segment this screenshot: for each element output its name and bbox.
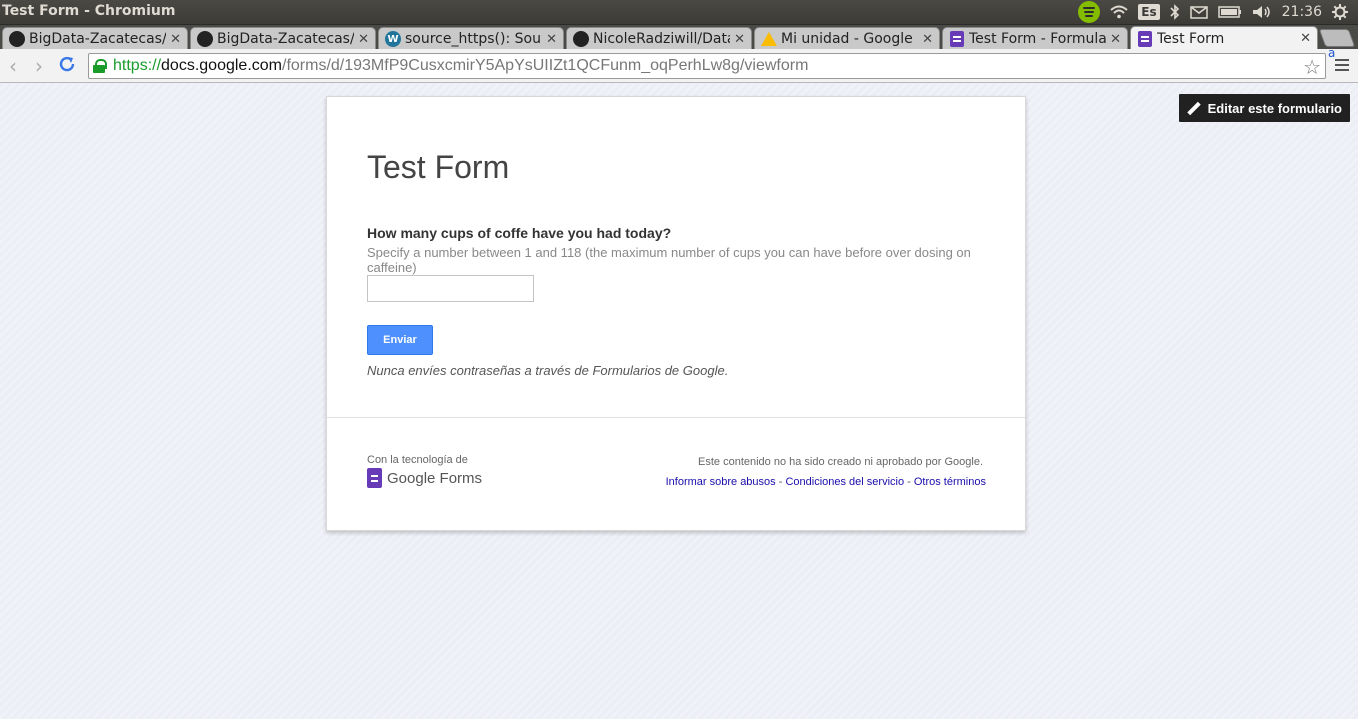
address-bar[interactable]: https://docs.google.com/forms/d/193MfP9C… — [88, 53, 1326, 79]
google-forms-icon — [1138, 30, 1152, 47]
lock-icon[interactable] — [93, 59, 107, 73]
close-icon[interactable]: ✕ — [734, 32, 745, 47]
google-forms-icon — [367, 468, 382, 488]
footer-divider — [327, 417, 1025, 418]
cups-answer-input[interactable] — [367, 275, 534, 302]
submit-button[interactable]: Enviar — [367, 325, 433, 355]
close-icon[interactable]: ✕ — [546, 32, 557, 47]
reload-button[interactable] — [56, 55, 78, 77]
window-title: Test Form - Chromium — [2, 3, 176, 19]
battery-icon[interactable] — [1217, 6, 1242, 18]
tab-label: Test Form - Formulari — [969, 31, 1107, 47]
url-host: docs.google.com — [161, 57, 282, 74]
menu-icon[interactable] — [1335, 59, 1349, 73]
close-icon[interactable]: ✕ — [358, 32, 369, 47]
tab-test-form-formulario[interactable]: Test Form - Formulari ✕ — [942, 27, 1128, 50]
tab-label: BigData-Zacatecas/sc — [29, 31, 166, 47]
tab-label: Mi unidad - Google Dr — [781, 31, 918, 47]
form-title: Test Form — [367, 149, 510, 185]
tab-label: BigData-Zacatecas/sc — [217, 31, 354, 47]
other-terms-link[interactable]: Otros términos — [914, 476, 986, 488]
google-forms-icon — [950, 31, 964, 47]
extension-badge[interactable]: a — [1328, 46, 1335, 60]
clock[interactable]: 21:36 — [1282, 4, 1322, 20]
github-icon — [573, 31, 589, 47]
tab-bigdata-2[interactable]: BigData-Zacatecas/sc ✕ — [190, 27, 376, 50]
tab-bigdata-1[interactable]: BigData-Zacatecas/sc ✕ — [2, 27, 188, 50]
back-button[interactable]: ‹ — [2, 55, 24, 77]
github-icon — [197, 31, 213, 47]
link-separator: - — [775, 476, 786, 488]
github-icon — [9, 31, 25, 47]
close-icon[interactable]: ✕ — [1300, 31, 1311, 46]
url-text[interactable]: https://docs.google.com/forms/d/193MfP9C… — [113, 57, 808, 75]
pencil-icon — [1187, 102, 1200, 115]
wifi-icon[interactable] — [1110, 5, 1128, 19]
system-tray: Es 21:36 — [1078, 0, 1358, 24]
tab-test-form-active[interactable]: Test Form ✕ — [1130, 26, 1318, 50]
edit-form-button[interactable]: Editar este formulario — [1178, 94, 1350, 122]
google-drive-icon — [761, 32, 777, 46]
keyboard-layout-indicator[interactable]: Es — [1138, 4, 1160, 20]
bluetooth-icon[interactable] — [1170, 4, 1180, 20]
mail-icon[interactable] — [1189, 5, 1208, 19]
tab-label: NicoleRadziwill/Data — [593, 31, 731, 47]
report-abuse-link[interactable]: Informar sobre abusos — [666, 476, 776, 488]
tab-mi-unidad[interactable]: Mi unidad - Google Dr ✕ — [754, 27, 940, 50]
tab-nicoleradziwill[interactable]: NicoleRadziwill/Data ✕ — [566, 27, 752, 50]
footer-links: Informar sobre abusos - Condiciones del … — [666, 476, 986, 488]
close-icon[interactable]: ✕ — [1110, 32, 1121, 47]
forward-button[interactable]: › — [28, 55, 50, 77]
google-forms-logo[interactable]: Google Forms — [367, 468, 482, 488]
reload-icon — [59, 56, 75, 72]
wordpress-icon: W — [385, 31, 401, 47]
bookmark-star-icon[interactable]: ☆ — [1303, 55, 1321, 79]
tab-label: Test Form — [1157, 30, 1225, 47]
close-icon[interactable]: ✕ — [170, 32, 181, 47]
link-separator: - — [904, 476, 914, 488]
edit-form-label: Editar este formulario — [1207, 100, 1342, 116]
terms-of-service-link[interactable]: Condiciones del servicio — [785, 476, 904, 488]
close-icon[interactable]: ✕ — [922, 32, 933, 47]
tab-source-https[interactable]: W source_https(): Sourc ✕ — [378, 27, 564, 50]
question-title: How many cups of coffe have you had toda… — [367, 225, 672, 241]
password-warning: Nunca envíes contraseñas a través de For… — [367, 363, 729, 378]
tab-label: source_https(): Sourc — [405, 31, 543, 47]
new-tab-button[interactable] — [1318, 29, 1356, 47]
url-path: /forms/d/193MfP9CusxcmirY5ApYsUIIZt1QCFu… — [282, 57, 809, 74]
os-top-bar: Test Form - Chromium Es 21:36 — [0, 0, 1358, 24]
disclaimer-text: Este contenido no ha sido creado ni apro… — [698, 456, 983, 468]
page-background: Editar este formulario Test Form How man… — [0, 84, 1358, 719]
gear-icon[interactable] — [1332, 4, 1348, 20]
volume-icon[interactable] — [1252, 5, 1272, 19]
question-help-text: Specify a number between 1 and 118 (the … — [367, 245, 971, 275]
google-forms-logo-text: Google Forms — [387, 469, 483, 487]
form-card: Test Form How many cups of coffe have yo… — [326, 96, 1026, 531]
powered-by-text: Con la tecnología de — [367, 454, 468, 466]
spotify-icon[interactable] — [1078, 1, 1101, 23]
browser-toolbar: ‹ › https://docs.google.com/forms/d/193M… — [0, 49, 1358, 83]
url-scheme: https:// — [113, 57, 162, 74]
tab-strip: BigData-Zacatecas/sc ✕ BigData-Zacatecas… — [0, 24, 1358, 50]
